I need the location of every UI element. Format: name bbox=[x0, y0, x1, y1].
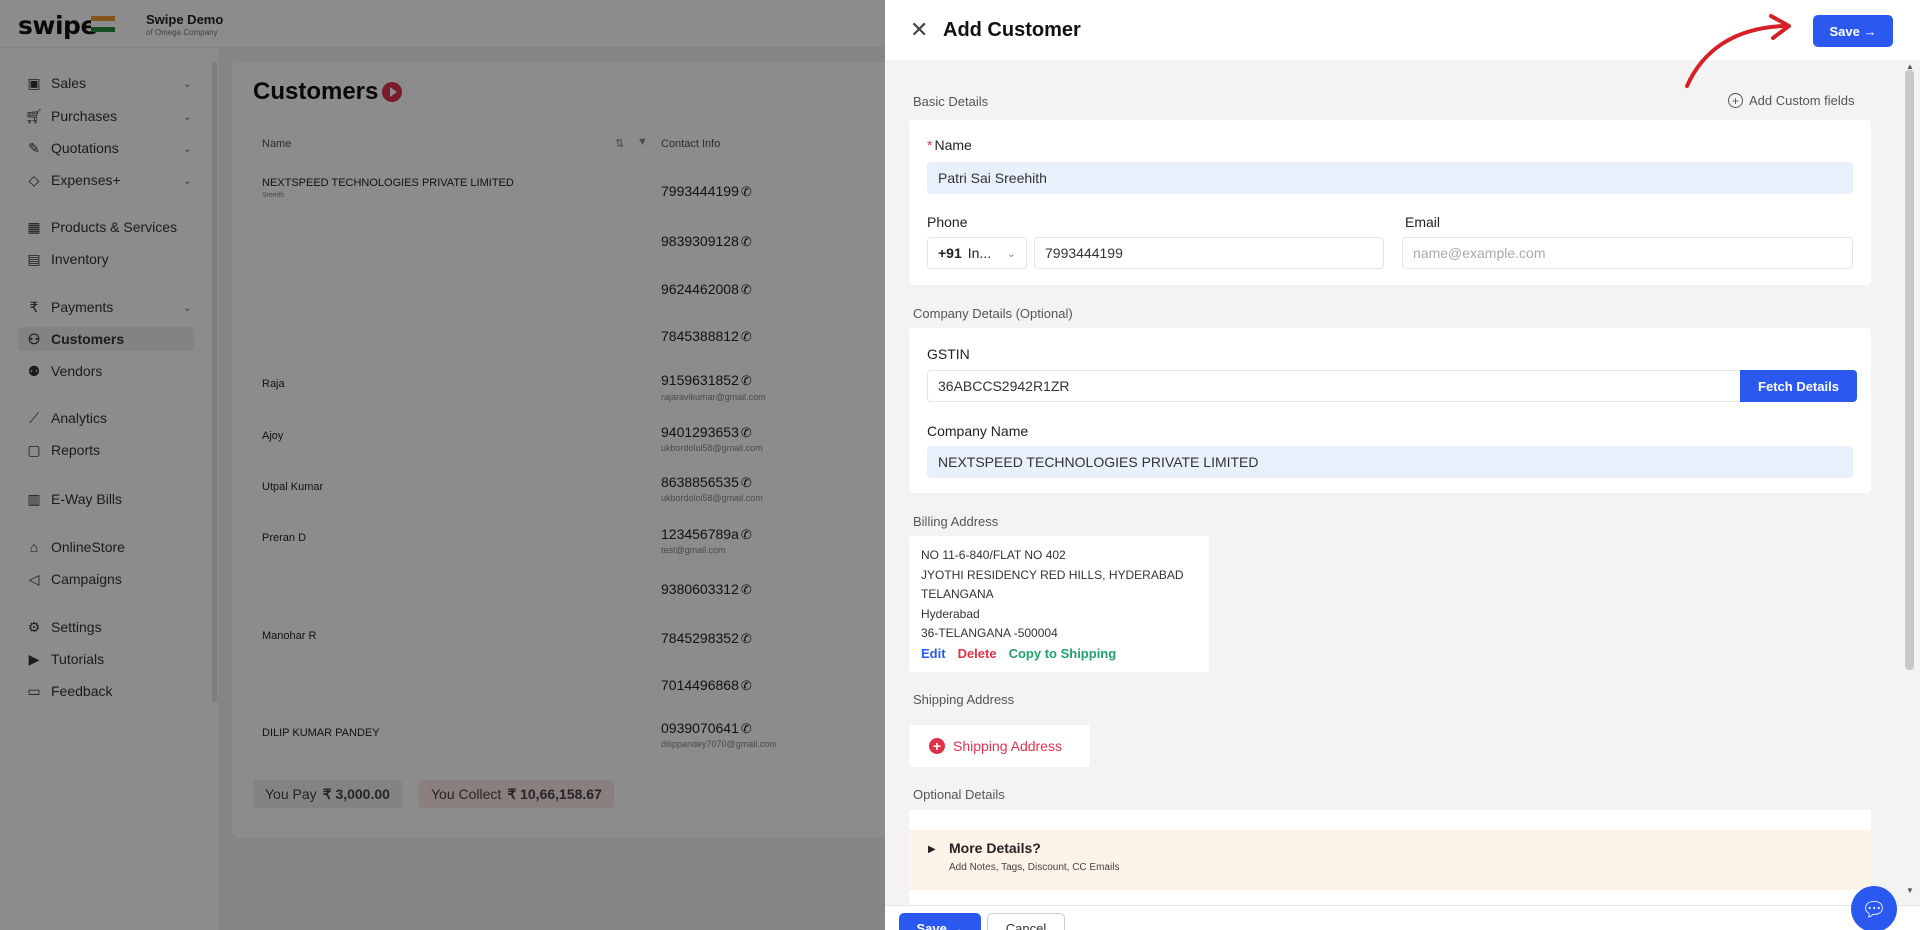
basic-details-heading: Basic Details bbox=[913, 94, 989, 109]
billing-address-heading: Billing Address bbox=[913, 514, 999, 529]
gstin-label: GSTIN bbox=[927, 346, 970, 362]
address-line: Hyderabad bbox=[921, 606, 980, 621]
phone-field[interactable]: 7993444199 bbox=[1034, 237, 1384, 269]
add-customer-drawer: ✕ Add Customer Save → Basic Details + Add… bbox=[885, 0, 1920, 930]
email-field[interactable]: name@example.com bbox=[1402, 237, 1853, 269]
address-line: NO 11-6-840/FLAT NO 402 bbox=[921, 548, 1066, 562]
delete-address-link[interactable]: Delete bbox=[958, 646, 997, 661]
phone-label: Phone bbox=[927, 214, 968, 230]
country-code-select[interactable]: +91 In... ⌄ bbox=[927, 237, 1027, 269]
add-custom-fields-button[interactable]: + Add Custom fields bbox=[1728, 93, 1855, 108]
edit-address-link[interactable]: Edit bbox=[921, 646, 946, 661]
gstin-field[interactable]: 36ABCCS2942R1ZR bbox=[927, 370, 1741, 402]
address-line: TELANGANA bbox=[921, 587, 994, 601]
plus-circle-icon: + bbox=[1728, 93, 1743, 108]
modal-overlay[interactable] bbox=[0, 0, 885, 930]
close-icon[interactable]: ✕ bbox=[910, 17, 928, 43]
add-shipping-address-button[interactable]: + Shipping Address bbox=[909, 725, 1090, 767]
caret-right-icon: ▶ bbox=[928, 844, 936, 855]
plus-circle-icon: + bbox=[929, 738, 945, 754]
annotation-arrow-icon bbox=[1685, 14, 1791, 88]
more-details-title: More Details? bbox=[949, 840, 1041, 856]
address-line: 36-TELANGANA -500004 bbox=[921, 626, 1058, 640]
drawer-scrollbar[interactable] bbox=[1905, 70, 1914, 670]
support-chat-icon[interactable]: 💬︎ bbox=[1851, 886, 1897, 930]
optional-details-heading: Optional Details bbox=[913, 787, 1005, 802]
name-field[interactable]: Patri Sai Sreehith bbox=[927, 162, 1853, 194]
scroll-down-icon[interactable]: ▼ bbox=[1906, 886, 1914, 895]
fetch-details-button[interactable]: Fetch Details bbox=[1740, 370, 1857, 402]
address-actions: Edit Delete Copy to Shipping bbox=[921, 646, 1116, 661]
more-details-subtitle: Add Notes, Tags, Discount, CC Emails bbox=[949, 862, 1120, 873]
name-label: * Name bbox=[927, 137, 972, 153]
drawer-title: Add Customer bbox=[943, 19, 1081, 41]
company-details-card: GSTIN 36ABCCS2942R1ZR Company Name NEXTS… bbox=[909, 328, 1871, 493]
company-details-heading: Company Details (Optional) bbox=[913, 306, 1073, 321]
address-line: JYOTHI RESIDENCY RED HILLS, HYDERABAD bbox=[921, 567, 1184, 582]
save-button[interactable]: Save → bbox=[1813, 15, 1893, 47]
more-details-toggle[interactable]: ▶ More Details? Add Notes, Tags, Discoun… bbox=[909, 830, 1871, 890]
company-name-field[interactable]: NEXTSPEED TECHNOLOGIES PRIVATE LIMITED bbox=[927, 446, 1853, 478]
basic-details-card: * Name Patri Sai Sreehith Phone Email 799… bbox=[909, 120, 1871, 285]
billing-address-card: NO 11-6-840/FLAT NO 402 JYOTHI RESIDENCY… bbox=[909, 536, 1209, 672]
shipping-address-heading: Shipping Address bbox=[913, 692, 1015, 707]
copy-to-shipping-link[interactable]: Copy to Shipping bbox=[1009, 646, 1117, 661]
company-name-label: Company Name bbox=[927, 423, 1029, 439]
cancel-button[interactable]: Cancel bbox=[987, 913, 1065, 930]
save-button-footer[interactable]: Save → bbox=[899, 913, 981, 930]
chevron-down-icon: ⌄ bbox=[1006, 247, 1016, 260]
email-label: Email bbox=[1405, 214, 1441, 230]
